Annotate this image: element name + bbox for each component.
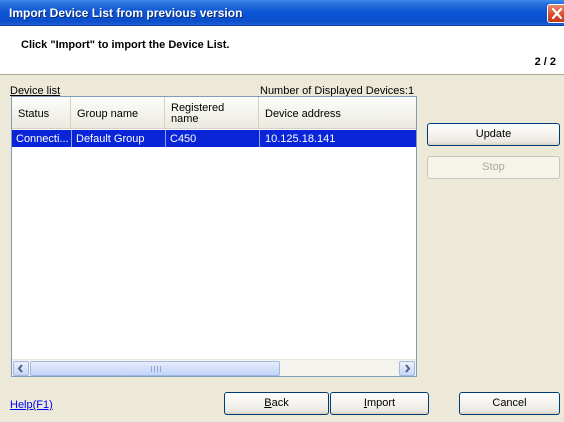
back-button[interactable]: Back <box>224 392 329 415</box>
list-header: Status Group name Registered name Device… <box>12 97 416 129</box>
cell-status: Connecti... <box>16 133 69 145</box>
cell-registered-name: C450 <box>170 133 197 145</box>
stop-button[interactable]: Stop <box>427 156 560 179</box>
row-divider <box>259 130 260 147</box>
close-icon <box>551 7 563 20</box>
column-header-registered-name[interactable]: Registered name <box>165 97 259 129</box>
row-divider <box>71 130 72 147</box>
device-list-view[interactable]: Status Group name Registered name Device… <box>11 96 417 377</box>
help-link[interactable]: Help(F1) <box>10 399 53 411</box>
column-header-device-address[interactable]: Device address <box>259 97 416 129</box>
arrow-right-icon <box>405 364 411 373</box>
horizontal-scrollbar[interactable] <box>12 359 416 376</box>
column-header-status[interactable]: Status <box>12 97 71 129</box>
cancel-button[interactable]: Cancel <box>459 392 560 415</box>
instruction-text: Click "Import" to import the Device List… <box>21 39 230 51</box>
column-header-group-name[interactable]: Group name <box>71 97 165 129</box>
cell-device-address: 10.125.18.141 <box>265 133 336 145</box>
update-button[interactable]: Update <box>427 123 560 146</box>
window-title: Import Device List from previous version <box>9 6 243 20</box>
import-button[interactable]: Import <box>330 392 429 415</box>
title-bar: Import Device List from previous version <box>0 0 564 26</box>
close-button[interactable] <box>547 4 564 23</box>
scroll-right-button[interactable] <box>399 361 415 376</box>
scroll-grip <box>151 366 161 372</box>
scroll-thumb[interactable] <box>30 361 280 376</box>
page-indicator: 2 / 2 <box>534 56 556 68</box>
arrow-left-icon <box>17 364 23 373</box>
table-row[interactable]: Connecti... Default Group C450 10.125.18… <box>12 130 416 147</box>
scroll-left-button[interactable] <box>13 361 29 376</box>
cell-group: Default Group <box>76 133 145 145</box>
row-divider <box>165 130 166 147</box>
header-panel: Click "Import" to import the Device List… <box>0 26 564 75</box>
